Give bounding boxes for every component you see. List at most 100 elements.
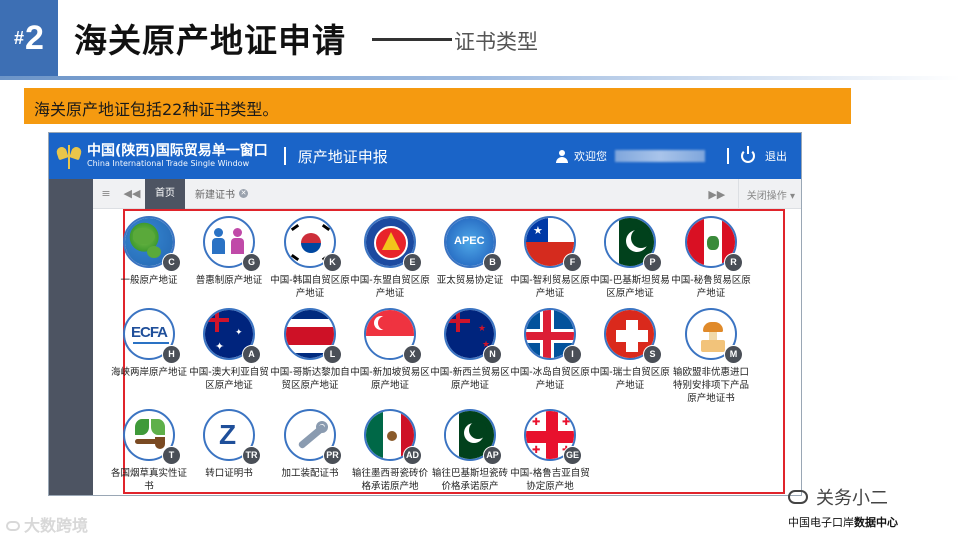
app-header: 中国(陕西)国际贸易单一窗口 China International Trade… <box>49 133 801 179</box>
certificate-code-badge: M <box>724 345 743 364</box>
certificate-type-item[interactable]: ★ F 中国-智利贸易区原产地证 <box>509 216 591 300</box>
certificate-label: 一般原产地证 <box>120 275 178 286</box>
certificate-type-item[interactable]: ✦ ✦ A 中国-澳大利亚自贸区原产地证 <box>188 308 270 392</box>
certificate-icon-wrap: L <box>284 308 342 364</box>
certificate-label: 中国-韩国自贸区原产地证 <box>270 275 350 299</box>
certificate-icon-wrap: AP <box>444 409 502 465</box>
certificate-type-highlight: C 一般原产地证 G 普惠制原产地证 K 中国-韩国自贸区原产地证 E 中国-东盟自贸区原产地… <box>111 209 785 494</box>
header-rule <box>0 76 960 80</box>
certificate-icon-wrap: E <box>364 216 422 272</box>
menu-toggle-icon[interactable]: ≡ <box>93 187 119 200</box>
side-rail <box>49 179 93 495</box>
certificate-icon-wrap: S <box>604 308 662 364</box>
certificate-code-badge: PR <box>323 446 342 465</box>
certificate-label: 转口证明书 <box>205 468 253 479</box>
watermark-right-sub-a: 中国电子口岸 <box>788 516 854 529</box>
certificate-icon-wrap: T <box>123 409 181 465</box>
certificate-icon-wrap: P <box>604 216 662 272</box>
certificate-label: 中国-澳大利亚自贸区原产地证 <box>189 367 269 391</box>
certificate-code-badge: AD <box>403 446 422 465</box>
certificate-code-badge: N <box>483 345 502 364</box>
certificate-icon-wrap: ECFA H <box>123 308 181 364</box>
certificate-label: 中国-冰岛自贸区原产地证 <box>510 367 590 391</box>
certificate-type-item[interactable]: Z TR 转口证明书 <box>188 409 270 480</box>
certificate-type-item[interactable]: AD 输往墨西哥瓷砖价格承诺原产地 <box>349 409 431 493</box>
brand[interactable]: 中国(陕西)国际贸易单一窗口 China International Trade… <box>87 143 268 169</box>
certificate-icon-wrap: ★ F <box>524 216 582 272</box>
certificate-type-item[interactable]: ✚✚✚✚GE 中国-格鲁吉亚自贸协定原产地 <box>509 409 591 493</box>
certificate-label: 各国烟草真实性证书 <box>110 468 187 492</box>
certificate-label: 海峡两岸原产地证 <box>110 367 187 378</box>
user-divider <box>727 148 729 164</box>
certificate-code-badge: P <box>643 253 662 272</box>
certificate-code-badge: B <box>483 253 502 272</box>
certificate-type-item[interactable]: AP 输往巴基斯坦瓷砖价格承诺原产 <box>429 409 511 493</box>
slide-number-badge: # 2 <box>0 0 58 76</box>
slide-number: 2 <box>25 18 44 57</box>
header-divider <box>283 147 286 165</box>
certificate-code-badge: A <box>242 345 261 364</box>
certificate-code-badge: T <box>162 446 181 465</box>
customs-emblem-icon <box>55 143 83 169</box>
certificate-type-item[interactable]: G 普惠制原产地证 <box>188 216 270 287</box>
app-screenshot: 中国(陕西)国际贸易单一窗口 China International Trade… <box>48 132 802 496</box>
close-operations-menu[interactable]: 关闭操作 ▾ <box>747 187 795 202</box>
certificate-label: 中国-瑞士自贸区原产地证 <box>590 367 670 391</box>
certificate-type-item[interactable]: L 中国-哥斯达黎加自贸区原产地证 <box>269 308 351 392</box>
certificate-icon-wrap: K <box>284 216 342 272</box>
certificate-type-item[interactable]: PR 加工装配证书 <box>269 409 351 480</box>
power-icon[interactable] <box>741 146 755 163</box>
certificate-icon-wrap: I <box>524 308 582 364</box>
certificate-type-item[interactable]: K 中国-韩国自贸区原产地证 <box>269 216 351 300</box>
brand-name-en: China International Trade Single Window <box>87 159 250 168</box>
user-icon <box>556 149 568 163</box>
certificate-type-item[interactable]: E 中国-东盟自贸区原产地证 <box>349 216 431 300</box>
certificate-icon-wrap: ✚✚✚✚GE <box>524 409 582 465</box>
certificate-icon-wrap: ★ ★ N <box>444 308 502 364</box>
certificate-code-badge: H <box>162 345 181 364</box>
certificate-label: 输往巴基斯坦瓷砖价格承诺原产 <box>431 468 508 492</box>
certificate-code-badge: X <box>403 345 422 364</box>
tab-scroll-left-icon[interactable]: ◀◀ <box>119 187 145 200</box>
chat-bubble-icon <box>6 521 20 531</box>
blurred-username <box>615 150 705 162</box>
certificate-code-badge: E <box>403 253 422 272</box>
certificate-icon-wrap: AD <box>364 409 422 465</box>
certificate-code-badge: G <box>242 253 261 272</box>
certificate-label: 中国-格鲁吉亚自贸协定原产地 <box>510 468 590 492</box>
certificate-type-item[interactable]: S 中国-瑞士自贸区原产地证 <box>589 308 671 392</box>
certificate-code-badge: F <box>563 253 582 272</box>
certificate-icon-wrap: Z TR <box>203 409 261 465</box>
certificate-code-badge: TR <box>242 446 261 465</box>
certificate-type-item[interactable]: M 输欧盟非优惠进口特别安排项下产品原产地证书 <box>670 308 752 405</box>
certificate-icon-wrap: PR <box>284 409 342 465</box>
tab-new-certificate-label: 新建证书 <box>195 190 235 201</box>
certificate-type-item[interactable]: C 一般原产地证 <box>108 216 190 287</box>
tab-divider <box>737 179 739 209</box>
tab-scroll-right-icon[interactable]: ▶▶ <box>704 188 730 201</box>
certificate-type-item[interactable]: APEC B 亚太贸易协定证 <box>429 216 511 287</box>
tab-controls: ▶▶ 关闭操作 ▾ <box>704 179 795 209</box>
certificate-type-item[interactable]: ★ ★ N 中国-新西兰贸易区原产地证 <box>429 308 511 392</box>
certificate-code-badge: R <box>724 253 743 272</box>
certificate-icon-wrap: APEC B <box>444 216 502 272</box>
tab-new-certificate[interactable]: 新建证书 ✕ <box>185 186 258 201</box>
watermark-right: 关务小二 中国电子口岸数据中心 <box>788 484 898 530</box>
logout-button[interactable]: 退出 <box>765 148 787 164</box>
certificate-type-item[interactable]: ECFA H 海峡两岸原产地证 <box>108 308 190 379</box>
certificate-type-item[interactable]: I 中国-冰岛自贸区原产地证 <box>509 308 591 392</box>
tab-home[interactable]: 首页 <box>145 178 185 209</box>
title-dash <box>372 38 452 41</box>
certificate-label: 亚太贸易协定证 <box>436 275 504 286</box>
certificate-label: 输欧盟非优惠进口特别安排项下产品原产地证书 <box>672 367 749 404</box>
watermark-right-sub-b: 数据中心 <box>854 516 898 529</box>
certificate-type-item[interactable]: R 中国-秘鲁贸易区原产地证 <box>670 216 752 300</box>
certificate-type-item[interactable]: P 中国-巴基斯坦贸易区原产地证 <box>589 216 671 300</box>
certificate-type-item[interactable]: X 中国-新加坡贸易区原产地证 <box>349 308 431 392</box>
certificate-label: 中国-秘鲁贸易区原产地证 <box>671 275 751 299</box>
certificate-label: 中国-东盟自贸区原产地证 <box>350 275 430 299</box>
tab-close-icon[interactable]: ✕ <box>239 189 248 198</box>
certificate-label: 输往墨西哥瓷砖价格承诺原产地 <box>351 468 428 492</box>
certificate-type-item[interactable]: T 各国烟草真实性证书 <box>108 409 190 493</box>
slide-title: 海关原产地证申请 <box>74 21 346 60</box>
